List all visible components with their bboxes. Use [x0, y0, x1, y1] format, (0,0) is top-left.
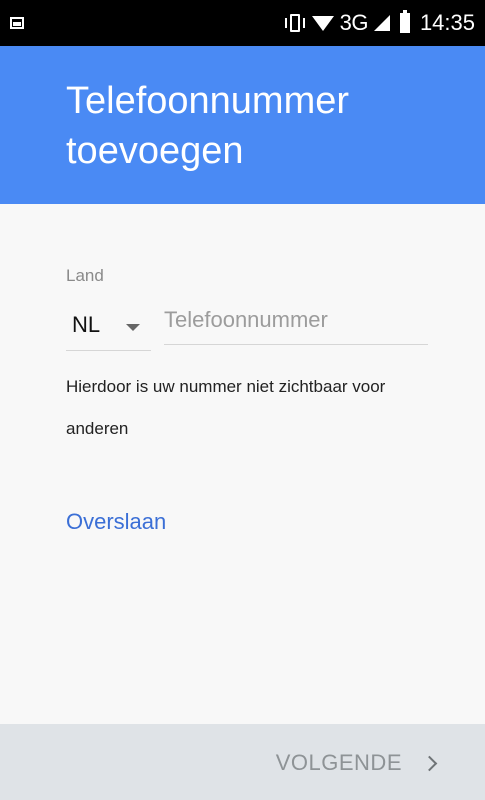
- bottom-bar: VOLGENDE: [0, 724, 485, 800]
- status-bar: 3G 14:35: [0, 0, 485, 46]
- signal-icon: [373, 15, 390, 31]
- status-icons: 3G 14:35: [284, 9, 475, 37]
- page-title: Telefoonnummer toevoegen: [66, 80, 350, 172]
- phone-number-input[interactable]: [164, 296, 428, 345]
- vibrate-icon: [284, 13, 306, 33]
- country-code: NL: [72, 312, 101, 337]
- clock: 14:35: [419, 10, 475, 35]
- app-header: Telefoonnummer toevoegen: [0, 46, 485, 204]
- image-notification-icon: [10, 17, 24, 29]
- skip-button[interactable]: Overslaan: [66, 509, 166, 535]
- network-type: 3G: [339, 10, 369, 35]
- next-button[interactable]: VOLGENDE: [275, 750, 438, 776]
- next-button-label: VOLGENDE: [275, 750, 402, 775]
- chevron-right-icon: [421, 755, 438, 771]
- wifi-icon: [311, 15, 334, 31]
- dropdown-caret-icon: [126, 324, 140, 331]
- country-select[interactable]: NL: [66, 304, 151, 351]
- battery-icon: [399, 10, 410, 33]
- helper-text: Hierdoor is uw nummer niet zichtbaar voo…: [66, 377, 386, 438]
- country-label: Land: [66, 266, 104, 285]
- form-content: Land NL Hierdoor is uw nummer niet zicht…: [0, 204, 485, 724]
